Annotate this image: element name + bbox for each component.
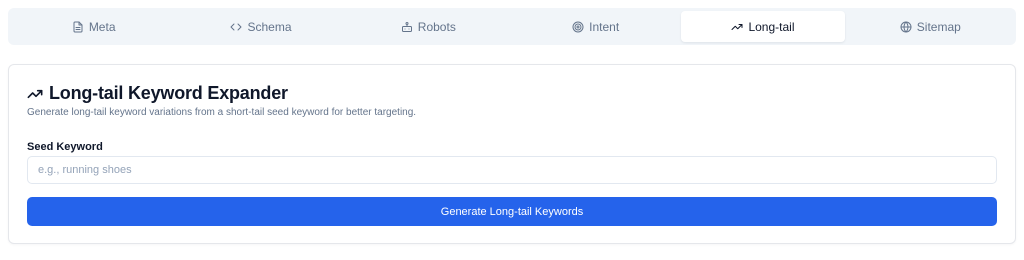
tab-schema[interactable]: Schema xyxy=(179,11,342,42)
long-tail-card: Long-tail Keyword Expander Generate long… xyxy=(8,64,1016,244)
tab-label: Sitemap xyxy=(916,19,961,34)
tab-label: Meta xyxy=(88,19,116,34)
robot-icon xyxy=(401,21,412,32)
card-description: Generate long-tail keyword variations fr… xyxy=(27,107,417,118)
tab-intent[interactable]: Intent xyxy=(514,11,677,42)
document-icon xyxy=(73,21,83,32)
globe-icon xyxy=(900,21,912,32)
tab-label: Long-tail xyxy=(748,19,795,34)
tab-label: Schema xyxy=(247,19,292,34)
tab-label: Robots xyxy=(417,19,456,34)
generate-button[interactable]: Generate Long-tail Keywords xyxy=(27,197,997,226)
code-icon xyxy=(230,23,242,30)
trending-up-icon xyxy=(731,23,743,30)
tab-long-tail[interactable]: Long-tail xyxy=(681,11,845,42)
tab-robots[interactable]: Robots xyxy=(347,11,510,42)
tab-bar: Meta Schema Robots Intent Long-tail Site… xyxy=(8,8,1016,45)
trending-up-icon xyxy=(27,89,43,98)
seed-keyword-input[interactable] xyxy=(27,156,997,184)
seed-keyword-label: Seed Keyword xyxy=(27,141,103,153)
tab-sitemap[interactable]: Sitemap xyxy=(849,11,1012,42)
card-title: Long-tail Keyword Expander xyxy=(27,83,288,104)
tab-meta[interactable]: Meta xyxy=(12,11,175,42)
tab-label: Intent xyxy=(589,19,620,34)
card-title-text: Long-tail Keyword Expander xyxy=(49,83,288,103)
target-icon xyxy=(572,21,584,32)
